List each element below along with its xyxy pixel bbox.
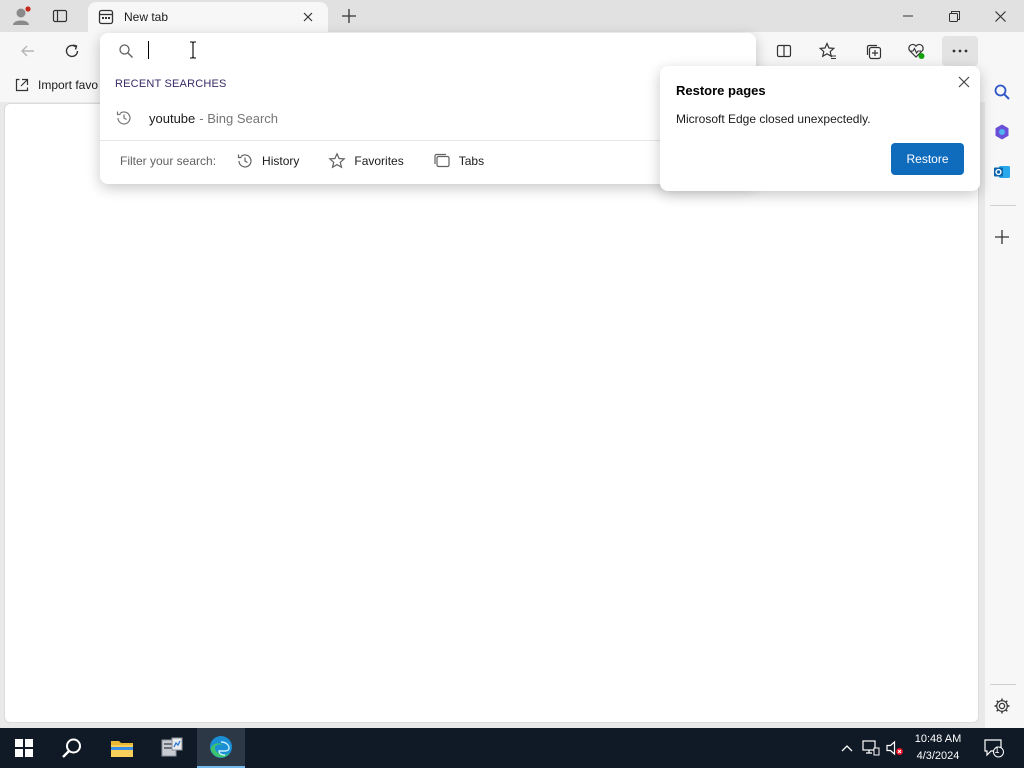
settings-and-more-button[interactable] — [942, 36, 978, 66]
favorites-star-icon — [819, 42, 836, 60]
file-explorer-button[interactable] — [98, 728, 146, 768]
search-icon — [118, 43, 134, 59]
collections-button[interactable] — [857, 36, 889, 66]
new-tab-page-icon — [98, 9, 114, 25]
new-tab-button[interactable] — [329, 0, 369, 32]
server-manager-icon — [161, 737, 183, 757]
import-favorites-button[interactable]: Import favo — [14, 77, 98, 93]
volume-muted-icon — [886, 740, 903, 756]
back-arrow-icon — [21, 45, 34, 57]
tab-new-tab[interactable]: New tab — [88, 2, 328, 32]
edge-taskbar-button[interactable] — [197, 728, 245, 768]
close-icon — [303, 12, 313, 22]
windows-logo-icon — [15, 739, 33, 757]
profile-button[interactable] — [2, 0, 42, 32]
recent-searches-heading: RECENT SEARCHES — [115, 78, 227, 90]
filter-tabs[interactable]: Tabs — [433, 152, 484, 170]
network-tray-button[interactable] — [861, 738, 881, 758]
folder-icon — [111, 741, 133, 757]
close-icon — [958, 76, 970, 88]
taskbar-search-button[interactable] — [48, 728, 96, 768]
import-favorites-icon — [15, 78, 29, 92]
collections-icon — [866, 44, 881, 59]
sidebar-divider — [990, 205, 1016, 206]
dropdown-divider — [100, 140, 756, 141]
clock-date: 4/3/2024 — [916, 750, 960, 762]
search-icon — [62, 738, 81, 758]
recent-search-query: youtube — [149, 110, 196, 126]
filter-favorites[interactable]: Favorites — [328, 152, 404, 170]
text-caret — [148, 41, 149, 59]
filter-history-label: History — [262, 154, 300, 168]
ibeam-cursor-icon — [188, 41, 198, 59]
show-hidden-icons-button[interactable] — [837, 738, 857, 758]
sidebar-search-button[interactable] — [989, 79, 1015, 105]
filter-label: Filter your search: — [120, 154, 217, 168]
favorites-button[interactable] — [812, 36, 844, 66]
import-favorites-label: Import favo — [38, 78, 99, 92]
history-icon — [116, 111, 131, 125]
outlook-icon — [994, 166, 1010, 178]
tab-actions-button[interactable] — [40, 0, 80, 32]
sidebar-m365-button[interactable] — [989, 119, 1015, 145]
filter-favorites-label: Favorites — [354, 154, 404, 168]
dialog-title: Restore pages — [676, 83, 766, 98]
close-tab-button[interactable] — [298, 7, 318, 27]
heart-pulse-icon — [908, 43, 925, 59]
gear-icon — [994, 698, 1010, 714]
close-window-button[interactable] — [980, 0, 1020, 32]
plus-icon — [995, 230, 1009, 244]
restore-window-button[interactable] — [934, 0, 974, 32]
plus-icon — [342, 9, 356, 23]
address-input[interactable] — [146, 38, 736, 62]
network-icon — [862, 740, 880, 756]
dialog-close-button[interactable] — [954, 72, 974, 92]
sidebar-divider — [990, 684, 1016, 685]
history-icon — [237, 154, 252, 168]
refresh-button[interactable] — [56, 36, 88, 66]
recent-search-item[interactable]: youtube - Bing Search — [100, 104, 756, 132]
dialog-message: Microsoft Edge closed unexpectedly. — [676, 112, 871, 126]
profile-icon — [13, 6, 31, 25]
filter-history[interactable]: History — [236, 152, 299, 170]
microsoft-365-icon — [995, 124, 1009, 140]
split-screen-button[interactable] — [768, 36, 800, 66]
star-icon — [328, 152, 347, 169]
page-content — [4, 103, 979, 723]
clock-time: 10:48 AM — [914, 733, 962, 745]
filter-tabs-label: Tabs — [458, 154, 485, 168]
clock[interactable]: 10:48 AM 4/3/2024 — [903, 731, 973, 765]
chevron-up-icon — [841, 745, 853, 752]
tabs-icon — [434, 153, 450, 168]
server-manager-button[interactable] — [148, 728, 196, 768]
restore-window-icon — [948, 10, 960, 22]
more-dots-icon — [952, 49, 968, 53]
restore-button[interactable]: Restore — [891, 143, 964, 175]
search-icon — [994, 84, 1010, 100]
tab-actions-icon — [52, 9, 68, 23]
close-icon — [994, 10, 1006, 22]
tab-title: New tab — [124, 10, 169, 24]
notification-count: 1 — [994, 745, 1000, 755]
volume-tray-button[interactable] — [885, 738, 905, 758]
refresh-icon — [65, 44, 79, 58]
recent-search-source: - Bing Search — [199, 110, 279, 126]
edge-icon — [210, 736, 232, 758]
sidebar-settings-button[interactable] — [989, 693, 1015, 719]
split-screen-icon — [776, 44, 792, 58]
minimize-button[interactable] — [888, 0, 928, 32]
back-button[interactable] — [12, 36, 44, 66]
sidebar-add-button[interactable] — [989, 224, 1015, 250]
minimize-icon — [903, 15, 913, 17]
sidebar-outlook-button[interactable] — [989, 159, 1015, 185]
search-filter-row: Filter your search: History Favorites Ta… — [120, 150, 484, 172]
start-button[interactable] — [0, 728, 48, 768]
browser-essentials-button[interactable] — [900, 36, 932, 66]
